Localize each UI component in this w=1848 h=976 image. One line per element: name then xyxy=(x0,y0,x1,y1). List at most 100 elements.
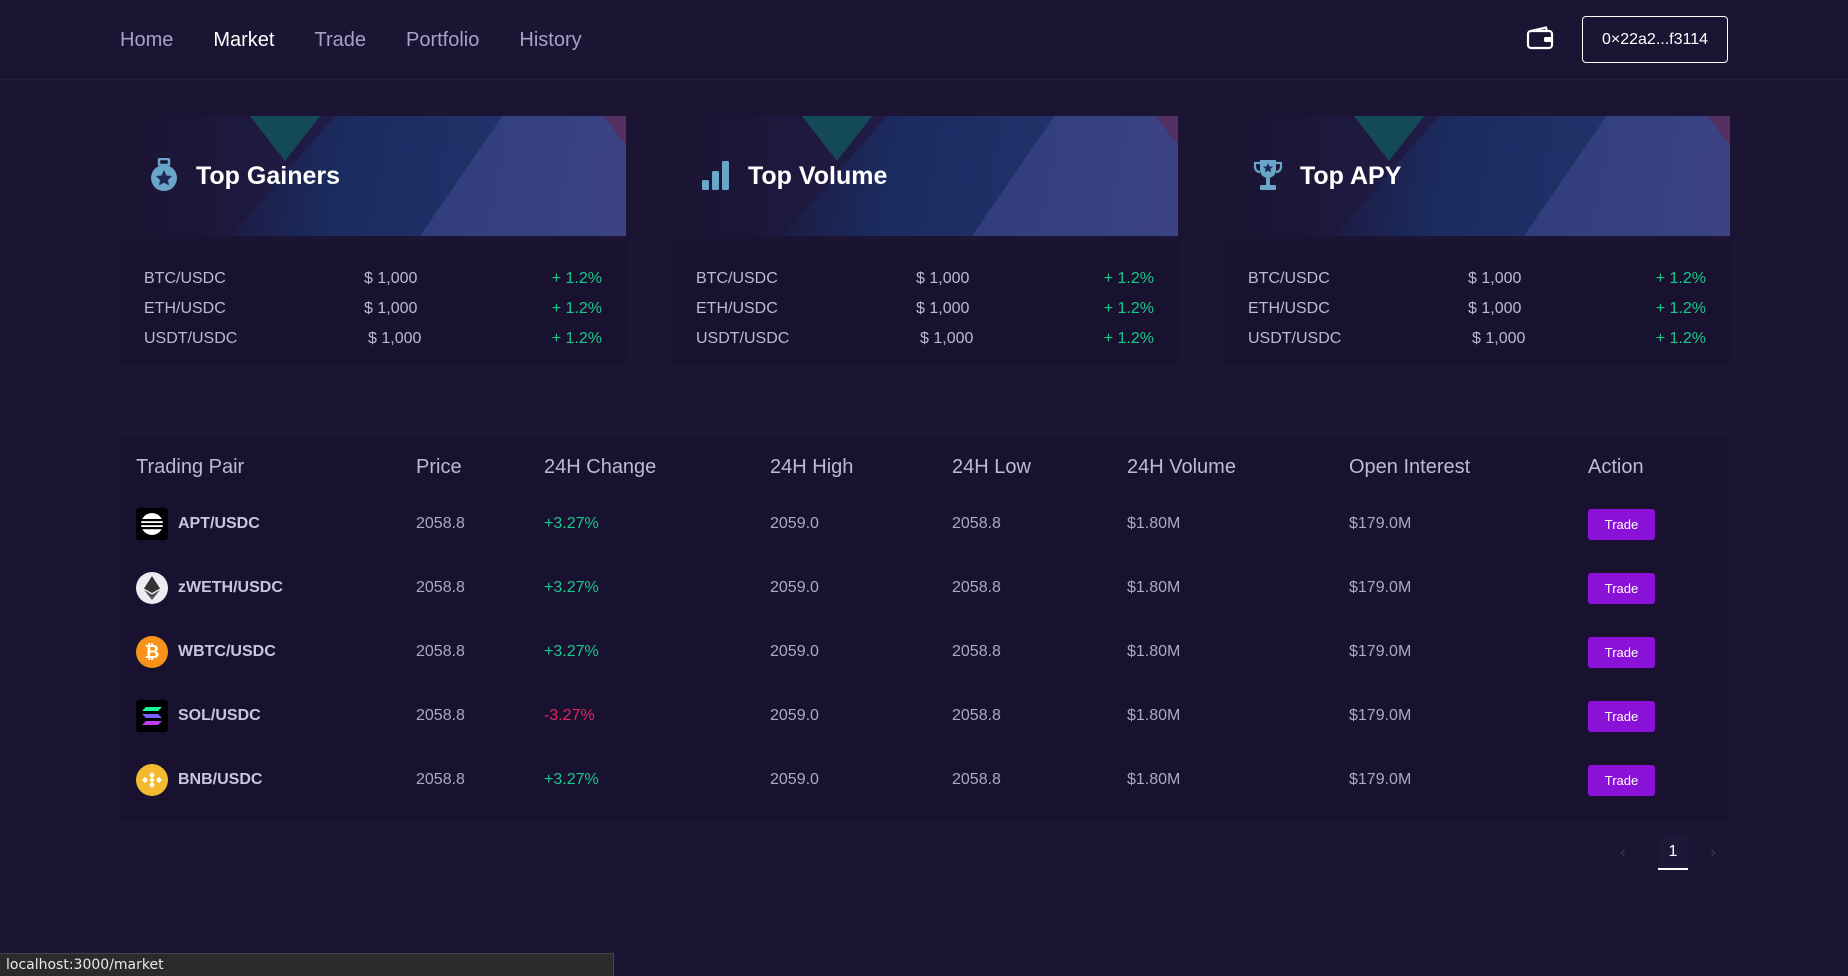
table-row[interactable]: zWETH/USDC 2058.8 +3.27% 2059.0 2058.8 $… xyxy=(120,556,1728,620)
card-list: BTC/USDC $ 1,000 + 1.2% ETH/USDC $ 1,000… xyxy=(120,240,626,366)
price-value: $ 1,000 xyxy=(368,330,422,347)
sol-icon xyxy=(136,700,168,732)
nav-home[interactable]: Home xyxy=(120,28,173,52)
pair-name: BNB/USDC xyxy=(178,771,263,788)
pair-cell: BNB/USDC xyxy=(136,748,262,812)
nav-portfolio[interactable]: Portfolio xyxy=(406,28,479,52)
pagination: ‹ 1 › xyxy=(1620,836,1740,872)
volume-cell: $1.80M xyxy=(1127,579,1181,596)
list-item[interactable]: BTC/USDC $ 1,000 + 1.2% xyxy=(144,270,602,292)
change-value: + 1.2% xyxy=(1103,300,1154,317)
list-item[interactable]: USDT/USDC $ 1,000 + 1.2% xyxy=(144,330,602,352)
list-item[interactable]: BTC/USDC $ 1,000 + 1.2% xyxy=(1248,270,1706,292)
nav-history[interactable]: History xyxy=(519,28,581,52)
card-title: Top Volume xyxy=(748,162,888,190)
top-apy-card: Top APY BTC/USDC $ 1,000 + 1.2% ETH/USDC… xyxy=(1224,116,1730,366)
price-value: $ 1,000 xyxy=(1468,270,1522,287)
volume-cell: $1.80M xyxy=(1127,771,1181,788)
price-value: $ 1,000 xyxy=(1468,300,1522,317)
pair-label: BTC/USDC xyxy=(1248,270,1330,287)
change-value: + 1.2% xyxy=(1655,270,1706,287)
page-button-current[interactable]: 1 xyxy=(1658,836,1688,870)
trade-button[interactable]: Trade xyxy=(1588,508,1655,540)
pair-name: WBTC/USDC xyxy=(178,643,276,660)
pair-name: zWETH/USDC xyxy=(178,579,283,596)
pair-name: SOL/USDC xyxy=(178,707,261,724)
trade-button[interactable]: Trade xyxy=(1588,700,1655,732)
list-item[interactable]: USDT/USDC $ 1,000 + 1.2% xyxy=(696,330,1154,352)
low-cell: 2058.8 xyxy=(952,579,1001,596)
action-cell: Trade xyxy=(1588,684,1655,748)
open-interest-cell: $179.0M xyxy=(1349,707,1412,724)
action-cell: Trade xyxy=(1588,492,1655,556)
list-item[interactable]: ETH/USDC $ 1,000 + 1.2% xyxy=(1248,300,1706,322)
top-gainers-card: Top Gainers BTC/USDC $ 1,000 + 1.2% ETH/… xyxy=(120,116,626,366)
pair-cell: APT/USDC xyxy=(136,492,260,556)
volume-cell: $1.80M xyxy=(1127,643,1181,660)
pair-label: BTC/USDC xyxy=(144,270,226,287)
action-cell: Trade xyxy=(1588,556,1655,620)
high-cell: 2059.0 xyxy=(770,643,819,660)
card-list: BTC/USDC $ 1,000 + 1.2% ETH/USDC $ 1,000… xyxy=(1224,240,1730,366)
change-value: + 1.2% xyxy=(1655,300,1706,317)
open-interest-cell: $179.0M xyxy=(1349,771,1412,788)
pair-cell: zWETH/USDC xyxy=(136,556,283,620)
wallet-address-button[interactable]: 0×22a2...f3114 xyxy=(1582,16,1728,63)
change-cell: +3.27% xyxy=(544,643,599,660)
column-header-24h-change[interactable]: 24H Change xyxy=(544,456,656,479)
pair-name: APT/USDC xyxy=(178,515,260,532)
list-item[interactable]: ETH/USDC $ 1,000 + 1.2% xyxy=(696,300,1154,322)
change-value: + 1.2% xyxy=(551,300,602,317)
pair-label: ETH/USDC xyxy=(1248,300,1330,317)
trade-button[interactable]: Trade xyxy=(1588,636,1655,668)
change-cell: +3.27% xyxy=(544,579,599,596)
chevron-right-icon[interactable]: › xyxy=(1710,842,1716,863)
wallet-icon[interactable] xyxy=(1526,26,1554,50)
table-row[interactable]: BNB/USDC 2058.8 +3.27% 2059.0 2058.8 $1.… xyxy=(120,748,1728,812)
open-interest-cell: $179.0M xyxy=(1349,515,1412,532)
table-row[interactable]: ₿ WBTC/USDC 2058.8 +3.27% 2059.0 2058.8 … xyxy=(120,620,1728,684)
trophy-icon xyxy=(1252,158,1284,192)
card-header: Top Gainers xyxy=(120,116,626,236)
nav-trade[interactable]: Trade xyxy=(314,28,366,52)
table-row[interactable]: APT/USDC 2058.8 +3.27% 2059.0 2058.8 $1.… xyxy=(120,492,1728,556)
list-item[interactable]: BTC/USDC $ 1,000 + 1.2% xyxy=(696,270,1154,292)
high-cell: 2059.0 xyxy=(770,579,819,596)
markets-table: Trading Pair Price 24H Change 24H High 2… xyxy=(120,438,1728,820)
price-cell: 2058.8 xyxy=(416,707,465,724)
column-header-trading-pair[interactable]: Trading Pair xyxy=(136,456,244,479)
trade-button[interactable]: Trade xyxy=(1588,764,1655,796)
column-header-open-interest[interactable]: Open Interest xyxy=(1349,456,1470,479)
volume-cell: $1.80M xyxy=(1127,515,1181,532)
column-header-price[interactable]: Price xyxy=(416,456,462,479)
chevron-left-icon[interactable]: ‹ xyxy=(1620,842,1626,863)
open-interest-cell: $179.0M xyxy=(1349,643,1412,660)
pair-label: USDT/USDC xyxy=(1248,330,1342,347)
price-value: $ 1,000 xyxy=(916,300,970,317)
high-cell: 2059.0 xyxy=(770,515,819,532)
column-header-action: Action xyxy=(1588,456,1644,478)
change-value: + 1.2% xyxy=(1655,330,1706,347)
list-item[interactable]: ETH/USDC $ 1,000 + 1.2% xyxy=(144,300,602,322)
change-cell: +3.27% xyxy=(544,515,599,532)
change-value: + 1.2% xyxy=(551,270,602,287)
trade-button[interactable]: Trade xyxy=(1588,572,1655,604)
table-row[interactable]: SOL/USDC 2058.8 -3.27% 2059.0 2058.8 $1.… xyxy=(120,684,1728,748)
action-cell: Trade xyxy=(1588,748,1655,812)
nav-market[interactable]: Market xyxy=(213,28,274,52)
column-header-24h-volume[interactable]: 24H Volume xyxy=(1127,456,1236,479)
card-title: Top Gainers xyxy=(196,162,341,190)
list-item[interactable]: USDT/USDC $ 1,000 + 1.2% xyxy=(1248,330,1706,352)
low-cell: 2058.8 xyxy=(952,515,1001,532)
low-cell: 2058.8 xyxy=(952,707,1001,724)
volume-cell: $1.80M xyxy=(1127,707,1181,724)
low-cell: 2058.8 xyxy=(952,643,1001,660)
price-value: $ 1,000 xyxy=(364,270,418,287)
pair-cell: ₿ WBTC/USDC xyxy=(136,620,276,684)
column-header-24h-low[interactable]: 24H Low xyxy=(952,456,1031,479)
card-header: Top APY xyxy=(1224,116,1730,236)
price-value: $ 1,000 xyxy=(916,270,970,287)
price-value: $ 1,000 xyxy=(920,330,974,347)
column-header-24h-high[interactable]: 24H High xyxy=(770,456,853,479)
change-cell: +3.27% xyxy=(544,771,599,788)
